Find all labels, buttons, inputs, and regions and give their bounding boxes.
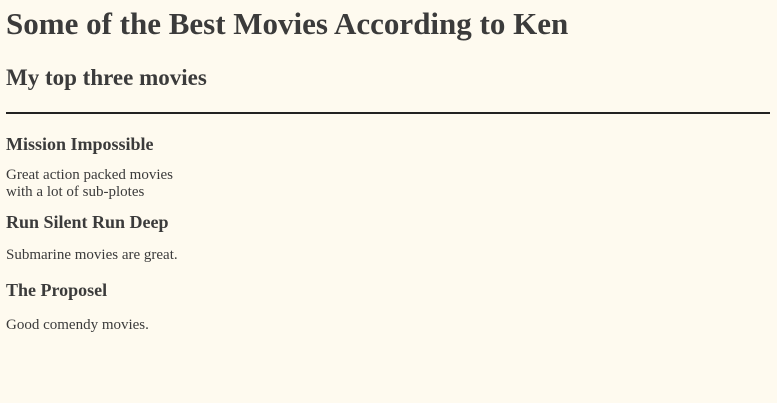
movie-list: Mission Impossible Great action packed m… xyxy=(6,133,770,334)
page-subtitle: My top three movies xyxy=(6,65,207,90)
movie-title-3: The Proposel xyxy=(6,280,108,300)
movie-description-3: Good comendy movies. xyxy=(6,317,149,333)
movie-title-2: Run Silent Run Deep xyxy=(6,212,169,232)
page-title: Some of the Best Movies According to Ken xyxy=(6,6,569,41)
page: Some of the Best Movies According to Ken… xyxy=(0,0,777,403)
movie-description-2: Submarine movies are great. xyxy=(6,247,178,263)
divider xyxy=(6,112,770,114)
movie-title-1: Mission Impossible xyxy=(6,134,154,154)
movie-description-1: Great action packed movies with a lot of… xyxy=(6,167,174,200)
